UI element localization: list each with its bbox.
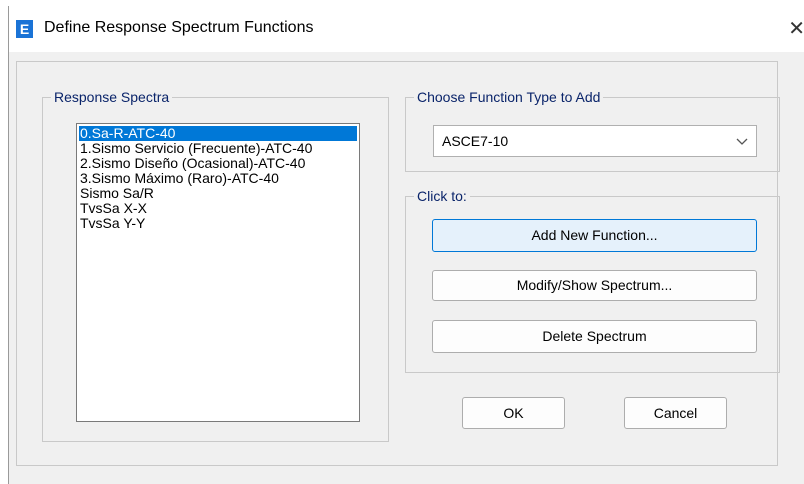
function-type-value: ASCE7-10: [442, 133, 509, 149]
ok-label: OK: [503, 405, 524, 421]
cancel-button[interactable]: Cancel: [624, 397, 727, 429]
modify-show-spectrum-button[interactable]: Modify/Show Spectrum...: [432, 270, 757, 301]
add-new-function-button[interactable]: Add New Function...: [432, 219, 757, 252]
delete-spectrum-label: Delete Spectrum: [542, 328, 647, 344]
function-type-select[interactable]: ASCE7-10: [433, 125, 757, 157]
list-item[interactable]: 2.Sismo Diseño (Ocasional)-ATC-40: [79, 156, 357, 171]
function-type-label: Choose Function Type to Add: [414, 88, 604, 106]
add-new-function-label: Add New Function...: [531, 227, 658, 243]
click-to-label: Click to:: [414, 187, 470, 205]
list-item[interactable]: Sismo Sa/R: [79, 186, 357, 201]
list-item[interactable]: 3.Sismo Máximo (Raro)-ATC-40: [79, 171, 357, 186]
response-spectra-list[interactable]: 0.Sa-R-ATC-40 1.Sismo Servicio (Frecuent…: [76, 123, 360, 422]
modify-show-spectrum-label: Modify/Show Spectrum...: [516, 277, 673, 293]
cancel-label: Cancel: [653, 405, 698, 421]
response-spectra-label: Response Spectra: [51, 88, 173, 106]
delete-spectrum-button[interactable]: Delete Spectrum: [432, 320, 757, 353]
list-item[interactable]: 1.Sismo Servicio (Frecuente)-ATC-40: [79, 141, 357, 156]
title-bar: E Define Response Spectrum Functions ✕: [9, 6, 804, 52]
etabs-app-icon: E: [16, 20, 33, 38]
list-item[interactable]: TvsSa Y-Y: [79, 216, 357, 231]
chevron-down-icon[interactable]: [736, 134, 748, 150]
list-item[interactable]: TvsSa X-X: [79, 201, 357, 216]
ok-button[interactable]: OK: [462, 397, 565, 429]
window-title: Define Response Spectrum Functions: [44, 19, 314, 36]
close-icon[interactable]: ✕: [788, 16, 804, 41]
list-item[interactable]: 0.Sa-R-ATC-40: [79, 126, 357, 141]
